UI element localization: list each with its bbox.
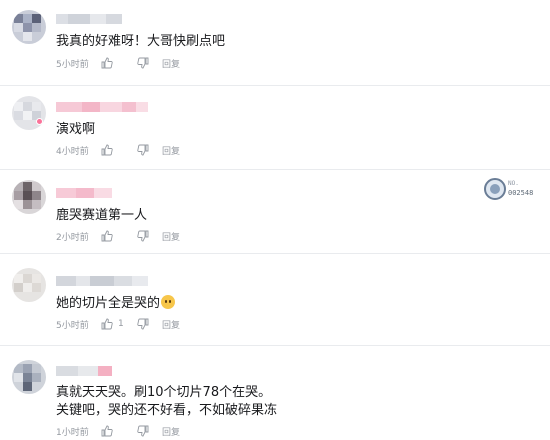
reply-button[interactable]: 回复 xyxy=(162,425,180,438)
thumbs-down-icon[interactable] xyxy=(136,143,150,157)
comment-meta: 4小时前 回复 xyxy=(56,143,180,157)
thumbs-down-icon[interactable] xyxy=(136,424,150,438)
comment-item: 演戏啊 4小时前 回复 xyxy=(0,86,550,170)
comment-meta: 1小时前 回复 xyxy=(56,424,180,438)
comment-text: 我真的好难呀！大哥快刷点吧 xyxy=(56,34,226,49)
thumbs-up-icon[interactable] xyxy=(100,317,114,331)
reply-button[interactable]: 回复 xyxy=(162,57,180,70)
reply-button[interactable]: 回复 xyxy=(162,230,180,243)
comment-text: 演戏啊 xyxy=(56,122,96,137)
comment-time: 5小时前 xyxy=(56,320,89,331)
thumbs-down-icon[interactable] xyxy=(136,56,150,70)
comment-list: 我真的好难呀！大哥快刷点吧 5小时前 回复 演戏啊 4小时前 回复 鹿哭赛道第一… xyxy=(0,0,550,440)
vip-dot xyxy=(36,118,43,125)
comment-item: 鹿哭赛道第一人 2小时前 回复 xyxy=(0,170,550,254)
like-count: 1 xyxy=(118,319,124,329)
avatar[interactable] xyxy=(12,180,46,214)
reply-button[interactable]: 回复 xyxy=(162,144,180,157)
fan-medal-icon xyxy=(484,178,506,200)
username-blurred[interactable] xyxy=(56,14,122,24)
comment-time: 5小时前 xyxy=(56,59,89,70)
badge-number: 002548 xyxy=(508,189,534,197)
comment-text-body: 她的切片全是哭的 xyxy=(56,296,161,311)
comment-item: 我真的好难呀！大哥快刷点吧 5小时前 回复 xyxy=(0,0,550,86)
comment-item: 她的切片全是哭的 5小时前 1 回复 xyxy=(0,254,550,346)
laugh-cry-emoji xyxy=(161,295,176,309)
thumbs-up-icon[interactable] xyxy=(100,143,114,157)
avatar[interactable] xyxy=(12,96,46,130)
comment-meta: 2小时前 回复 xyxy=(56,229,180,243)
avatar[interactable] xyxy=(12,268,46,302)
comment-meta: 5小时前 回复 xyxy=(56,56,180,70)
username-blurred[interactable] xyxy=(56,276,148,286)
thumbs-up-icon[interactable] xyxy=(100,229,114,243)
thumbs-up-icon[interactable] xyxy=(100,424,114,438)
comment-text: 鹿哭赛道第一人 xyxy=(56,208,148,223)
username-blurred[interactable] xyxy=(56,102,148,112)
thumbs-down-icon[interactable] xyxy=(136,317,150,331)
reply-button[interactable]: 回复 xyxy=(162,318,180,331)
comment-text: 她的切片全是哭的 xyxy=(56,295,176,313)
comment-text: 真就天天哭。刷10个切片78个在哭。 xyxy=(56,385,272,400)
thumbs-down-icon[interactable] xyxy=(136,229,150,243)
comment-time: 4小时前 xyxy=(56,146,89,157)
badge-label: NO. xyxy=(508,180,519,187)
username-blurred[interactable] xyxy=(56,366,112,376)
comment-time: 2小时前 xyxy=(56,232,89,243)
comment-time: 1小时前 xyxy=(56,427,89,438)
avatar[interactable] xyxy=(12,360,46,394)
thumbs-up-icon[interactable] xyxy=(100,56,114,70)
avatar[interactable] xyxy=(12,10,46,44)
username-blurred[interactable] xyxy=(56,188,112,198)
comment-text: 关键吧，哭的还不好看，不如破碎果冻 xyxy=(56,403,278,418)
comment-item: 真就天天哭。刷10个切片78个在哭。 关键吧，哭的还不好看，不如破碎果冻 1小时… xyxy=(0,346,550,440)
comment-meta: 5小时前 1 回复 xyxy=(56,317,180,331)
fan-medal-badge[interactable]: NO. 002548 xyxy=(484,176,534,202)
